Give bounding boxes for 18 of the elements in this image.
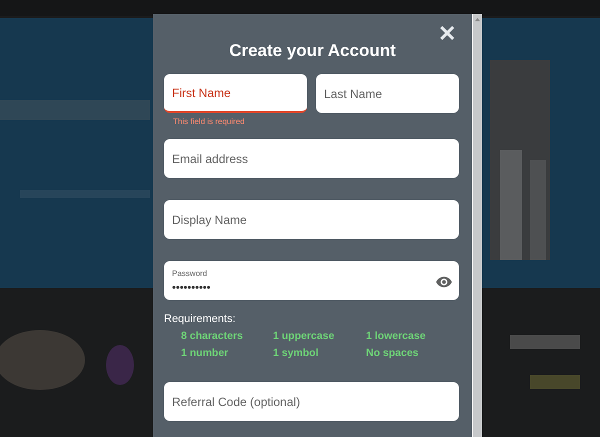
input-field[interactable]: First Name bbox=[164, 74, 307, 113]
requirement-item: 8 characters bbox=[181, 329, 244, 343]
field-label: Password bbox=[172, 269, 208, 278]
scrollbar[interactable] bbox=[472, 14, 482, 437]
input-field[interactable]: Referral Code (optional) bbox=[164, 382, 459, 421]
dialog-title: Create your Account bbox=[228, 40, 397, 62]
requirement-item: 1 symbol bbox=[273, 346, 320, 360]
requirements-heading: Requirements: bbox=[164, 312, 237, 326]
close-button[interactable]: ✕ bbox=[436, 22, 458, 46]
input-field[interactable]: Email address bbox=[164, 139, 459, 178]
requirement-item: 1 lowercase bbox=[366, 329, 427, 343]
arrow-up-icon[interactable] bbox=[474, 17, 481, 22]
error-message: This field is required bbox=[173, 117, 246, 126]
requirement-item: 1 uppercase bbox=[273, 329, 336, 343]
requirement-item: 1 number bbox=[181, 346, 230, 360]
requirement-item: No spaces bbox=[366, 346, 420, 360]
input-field[interactable]: Display Name bbox=[164, 200, 459, 239]
input-field[interactable]: Last Name bbox=[316, 74, 459, 113]
